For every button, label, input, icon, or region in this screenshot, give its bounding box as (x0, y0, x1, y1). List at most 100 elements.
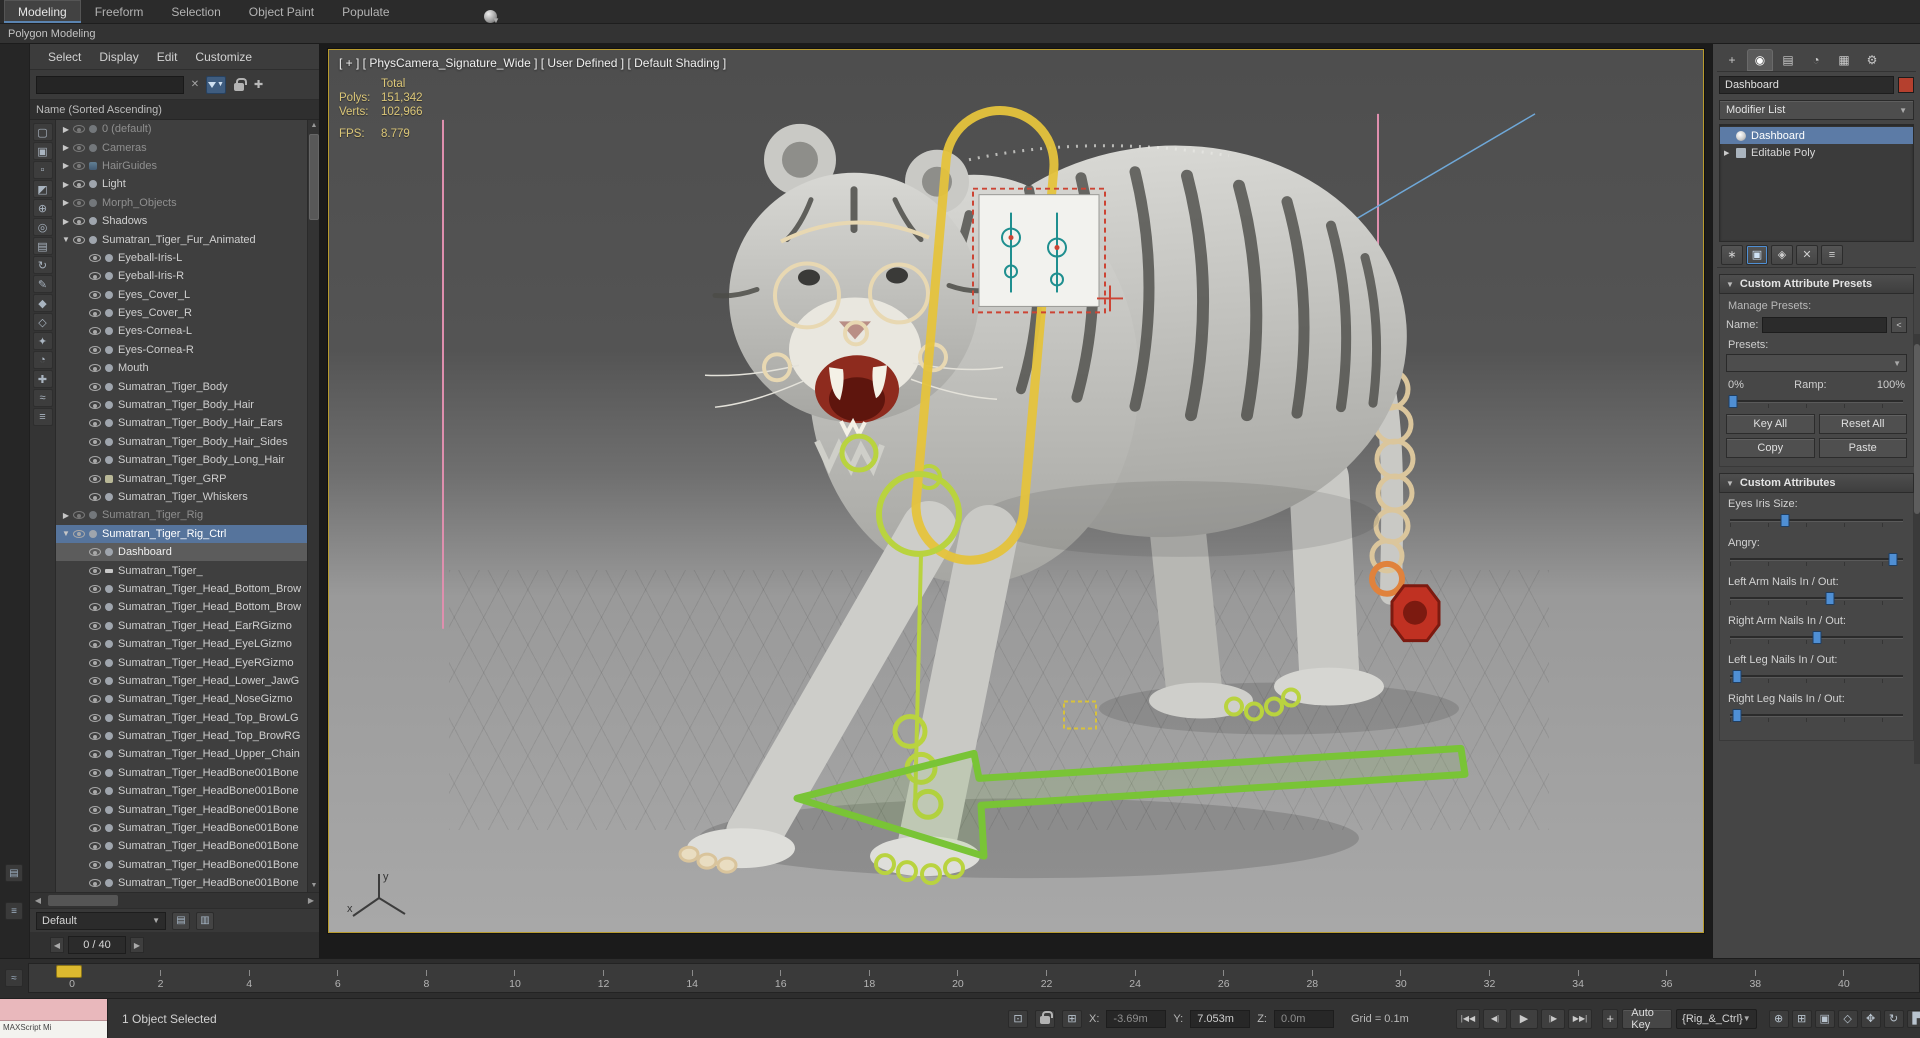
visibility-eye-icon[interactable] (73, 125, 85, 133)
ribbon-tab[interactable]: Freeform (81, 0, 158, 23)
preset-store-button[interactable]: < (1891, 317, 1907, 333)
slider-thumb[interactable] (1781, 514, 1790, 527)
listener-pane[interactable]: MAXScript Mi (0, 1021, 107, 1038)
show-end-result-icon[interactable]: ▣ (1746, 245, 1768, 265)
visibility-eye-icon[interactable] (89, 842, 101, 850)
ribbon-tab[interactable]: Populate (328, 0, 403, 23)
zoom-all-icon[interactable]: ⊞ (1792, 1010, 1812, 1028)
attribute-slider[interactable] (1730, 630, 1903, 644)
sync-selection-icon[interactable]: ↻ (33, 256, 53, 274)
lock-cell-icon[interactable]: ▤ (33, 237, 53, 255)
zoom-extents-icon[interactable]: ▣ (1815, 1010, 1835, 1028)
explorer-menu-item[interactable]: Select (40, 48, 89, 66)
expand-arrow-icon[interactable]: ▶ (60, 180, 72, 189)
field-of-view-icon[interactable]: ◇ (1838, 1010, 1858, 1028)
expand-arrow-icon[interactable]: ▶ (60, 143, 72, 152)
tree-row[interactable]: Eyeball-Iris-R (56, 267, 307, 285)
tree-row[interactable]: ▼ Sumatran_Tiger_Rig_Ctrl (56, 525, 307, 543)
isolate-selection-icon[interactable]: ⊡ (1008, 1010, 1028, 1028)
tree-row[interactable]: ▶ 0 (default) (56, 120, 307, 138)
selection-lock-icon[interactable] (1035, 1010, 1055, 1028)
presets-dropdown[interactable]: ▼ (1726, 354, 1907, 372)
slider-thumb[interactable] (1729, 395, 1738, 408)
tree-row[interactable]: Sumatran_Tiger_HeadBone001Bone (56, 856, 307, 874)
tree-column-header[interactable]: Name (Sorted Ascending) (30, 100, 319, 120)
tree-row[interactable]: ▼ Sumatran_Tiger_Fur_Animated (56, 230, 307, 248)
tree-row[interactable]: Eyes_Cover_R (56, 304, 307, 322)
scroll-right-icon[interactable]: ▶ (303, 896, 319, 905)
visibility-eye-icon[interactable] (89, 419, 101, 427)
go-to-end-button[interactable]: ▶▶| (1568, 1009, 1592, 1029)
visibility-eye-icon[interactable] (89, 622, 101, 630)
scrollbar-thumb[interactable] (48, 895, 118, 906)
tree-horizontal-scrollbar[interactable]: ◀ ▶ (30, 892, 319, 908)
remove-modifier-icon[interactable]: ✕ (1796, 245, 1818, 265)
select-none-icon[interactable]: ▫ (33, 161, 53, 179)
expand-arrow-icon[interactable]: ▶ (60, 198, 72, 207)
visibility-eye-icon[interactable] (89, 438, 101, 446)
visibility-eye-icon[interactable] (89, 567, 101, 575)
tree-row[interactable]: Dashboard (56, 543, 307, 561)
pick-rename-icon[interactable]: ✎ (33, 275, 53, 293)
find-icon[interactable]: ◎ (33, 218, 53, 236)
command-panel-scrollbar[interactable] (1914, 334, 1920, 764)
previous-frame-button[interactable]: ◀| (1483, 1009, 1507, 1029)
tree-row[interactable]: Mouth (56, 359, 307, 377)
tree-row[interactable]: Sumatran_Tiger_HeadBone001Bone (56, 782, 307, 800)
viewport[interactable]: [ + ] [ PhysCamera_Signature_Wide ] [ Us… (328, 49, 1704, 933)
visibility-eye-icon[interactable] (89, 291, 101, 299)
scroll-down-icon[interactable]: ▼ (308, 880, 319, 892)
tree-row[interactable]: ▶ Light (56, 175, 307, 193)
scroll-up-icon[interactable]: ▲ (308, 120, 319, 132)
pan-icon[interactable]: ✥ (1861, 1010, 1881, 1028)
frame-forward-icon[interactable]: ▶ (130, 937, 144, 953)
filter-geometry-icon[interactable]: ◆ (33, 294, 53, 312)
visibility-eye-icon[interactable] (89, 346, 101, 354)
visibility-eye-icon[interactable] (89, 879, 101, 887)
expand-arrow-icon[interactable]: ▶ (60, 511, 72, 520)
visibility-eye-icon[interactable] (89, 824, 101, 832)
explorer-settings-icon[interactable]: ≡ (33, 408, 53, 426)
viewport-label[interactable]: [ + ] [ PhysCamera_Signature_Wide ] [ Us… (339, 56, 726, 70)
rollout-custom-attribute-presets[interactable]: ▼ Custom Attribute Presets (1719, 274, 1914, 294)
mini-curve-editor-icon[interactable]: ≈ (5, 969, 23, 987)
attribute-slider[interactable] (1730, 708, 1903, 722)
next-frame-button[interactable]: |▶ (1541, 1009, 1565, 1029)
motion-tab-icon[interactable]: ◔ (1803, 49, 1829, 71)
create-tab-icon[interactable]: + (1719, 49, 1745, 71)
utilities-tab-icon[interactable]: ⚙ (1859, 49, 1885, 71)
reset-all-button[interactable]: Reset All (1819, 414, 1908, 434)
select-object-icon[interactable]: ▢ (33, 123, 53, 141)
visibility-eye-icon[interactable] (89, 769, 101, 777)
tree-row[interactable]: Sumatran_Tiger_Head_Bottom_Brow (56, 580, 307, 598)
tree-row[interactable]: Sumatran_Tiger_Whiskers (56, 488, 307, 506)
expand-arrow-icon[interactable]: ▶ (60, 161, 72, 170)
tree-row[interactable]: Sumatran_Tiger_HeadBone001Bone (56, 764, 307, 782)
scrollbar-thumb[interactable] (1914, 344, 1920, 514)
visibility-eye-icon[interactable] (89, 456, 101, 464)
modifier-stack-row[interactable]: Dashboard (1720, 127, 1913, 144)
maxscript-mini-listener[interactable]: MAXScript Mi (0, 999, 108, 1038)
tree-row[interactable]: Sumatran_Tiger_GRP (56, 469, 307, 487)
layer-display-icon[interactable]: ▤ (172, 912, 190, 930)
slider-thumb[interactable] (1826, 592, 1835, 605)
tree-row[interactable]: ▶ Sumatran_Tiger_Rig (56, 506, 307, 524)
visibility-eye-icon[interactable] (89, 548, 101, 556)
object-color-swatch[interactable] (1898, 77, 1914, 93)
pin-stack-icon[interactable]: ∗ (1721, 245, 1743, 265)
expand-arrow-icon[interactable]: ▶ (60, 125, 72, 134)
ribbon-tab[interactable]: Selection (157, 0, 234, 23)
tree-row[interactable]: Sumatran_Tiger_Body_Long_Hair (56, 451, 307, 469)
tree-row[interactable]: Eyes-Cornea-L (56, 322, 307, 340)
visibility-eye-icon[interactable] (89, 750, 101, 758)
timeline-ruler[interactable]: 0 2 4 6 8 (28, 963, 1920, 993)
visibility-eye-icon[interactable] (73, 199, 85, 207)
search-clear-icon[interactable]: ✕ (188, 79, 202, 90)
slider-thumb[interactable] (1732, 670, 1741, 683)
visibility-eye-icon[interactable] (89, 603, 101, 611)
tree-row[interactable]: Sumatran_Tiger_Head_Top_BrowRG (56, 727, 307, 745)
selection-set-dropdown[interactable]: {Rig_&_Ctrl}▼ (1676, 1009, 1756, 1029)
filter-helpers-icon[interactable]: ✚ (33, 370, 53, 388)
filter-bones-icon[interactable]: ≈ (33, 389, 53, 407)
explorer-menu-item[interactable]: Customize (187, 48, 260, 66)
